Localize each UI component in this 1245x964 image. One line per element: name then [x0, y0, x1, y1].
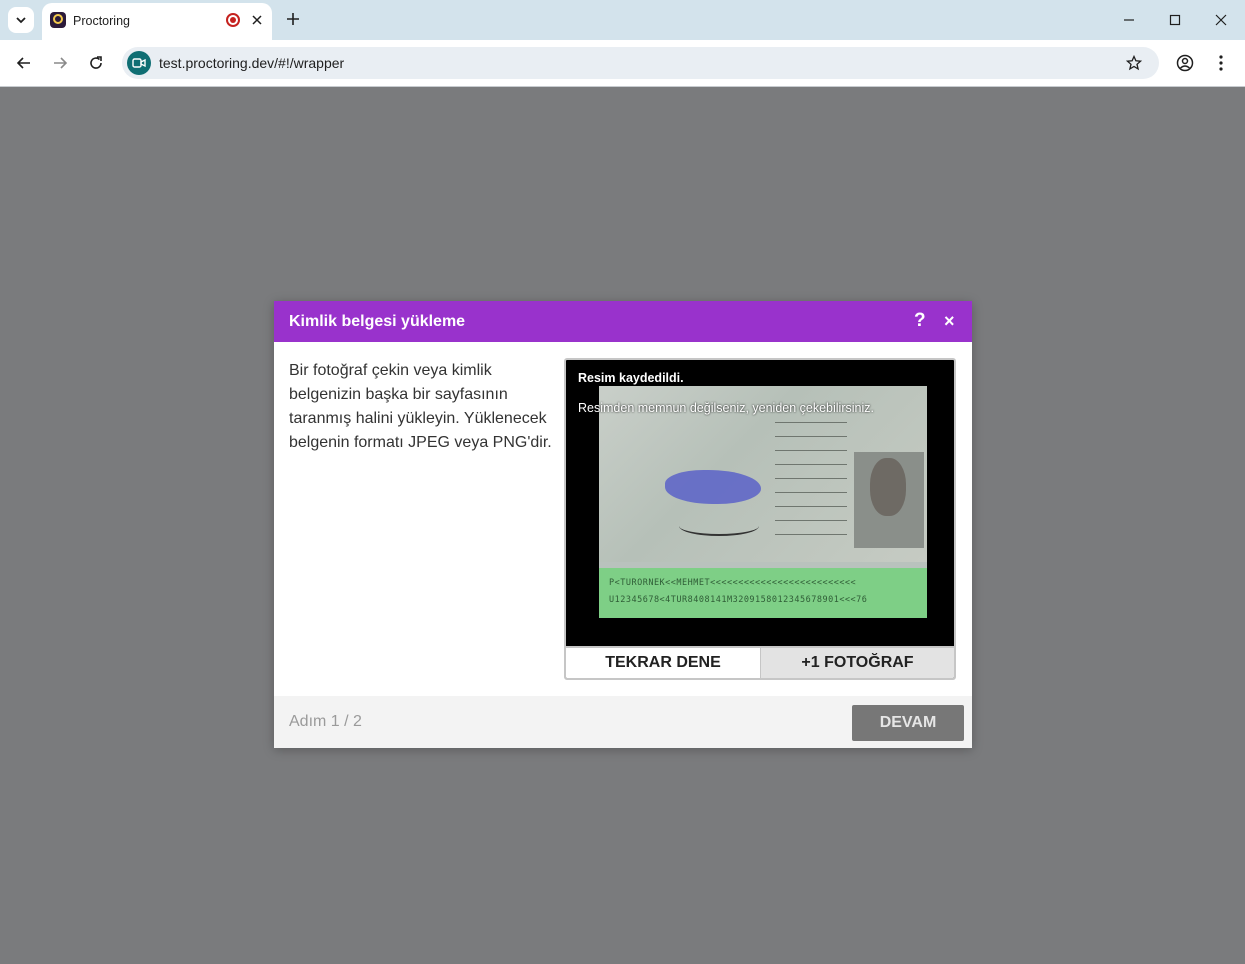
id-text-lines	[775, 422, 847, 542]
window-close-icon[interactable]	[1209, 8, 1233, 32]
back-arrow-icon[interactable]	[12, 51, 36, 75]
browser-toolbar: test.proctoring.dev/#!/wrapper	[0, 40, 1245, 87]
mrz-line-1: P<TURORNEK<<MEHMET<<<<<<<<<<<<<<<<<<<<<<…	[609, 578, 857, 588]
browser-tab-strip: Proctoring	[0, 0, 1245, 40]
reload-icon[interactable]	[84, 51, 108, 75]
portrait-face	[870, 458, 906, 516]
bookmark-star-icon[interactable]	[1123, 52, 1145, 74]
chevron-down-icon	[16, 17, 26, 24]
retry-button[interactable]: TEKRAR DENE	[566, 646, 761, 678]
url-text: test.proctoring.dev/#!/wrapper	[159, 55, 345, 71]
address-bar[interactable]: test.proctoring.dev/#!/wrapper	[122, 47, 1159, 79]
dialog-header: Kimlik belgesi yükleme ? ×	[274, 301, 972, 342]
more-menu-icon[interactable]	[1209, 51, 1233, 75]
browser-tab[interactable]: Proctoring	[42, 3, 272, 40]
profile-icon[interactable]	[1173, 51, 1197, 75]
id-upload-dialog: Kimlik belgesi yükleme ? × Bir fotoğraf …	[274, 301, 972, 748]
camera-in-use-icon[interactable]	[127, 51, 151, 75]
id-document-image: P<TURORNEK<<MEHMET<<<<<<<<<<<<<<<<<<<<<<…	[599, 386, 927, 618]
close-button[interactable]: ×	[944, 311, 955, 332]
forward-arrow-icon[interactable]	[48, 51, 72, 75]
machine-readable-zone: P<TURORNEK<<MEHMET<<<<<<<<<<<<<<<<<<<<<<…	[599, 568, 927, 618]
tab-close-icon[interactable]	[248, 11, 266, 29]
proctoring-favicon-icon	[50, 12, 66, 28]
recording-indicator-icon	[226, 13, 240, 27]
dialog-footer: Adım 1 / 2 DEVAM	[274, 696, 972, 748]
signature	[679, 516, 759, 536]
tab-search-button[interactable]	[8, 7, 34, 33]
retake-hint: Resimden memnun değilseniz, yeniden çeke…	[578, 401, 874, 415]
new-tab-icon[interactable]	[283, 9, 303, 29]
mrz-line-2: U12345678<4TUR8408141M320915801234567890…	[609, 595, 868, 605]
saved-message: Resim kaydedildi.	[578, 371, 684, 385]
minimize-icon[interactable]	[1117, 8, 1141, 32]
map-emblem	[665, 470, 761, 504]
help-button[interactable]: ?	[914, 310, 926, 332]
id-portrait	[854, 452, 924, 548]
step-indicator: Adım 1 / 2	[289, 713, 362, 730]
add-photo-button[interactable]: +1 FOTOĞRAF	[761, 646, 954, 678]
dialog-title: Kimlik belgesi yükleme	[289, 313, 466, 330]
preview-actions: TEKRAR DENE +1 FOTOĞRAF	[566, 646, 954, 678]
photo-preview: P<TURORNEK<<MEHMET<<<<<<<<<<<<<<<<<<<<<<…	[564, 358, 956, 680]
tab-title: Proctoring	[73, 14, 130, 28]
maximize-icon[interactable]	[1163, 8, 1187, 32]
instructions-text: Bir fotoğraf çekin veya kimlik belgenizi…	[289, 362, 552, 451]
continue-button[interactable]: DEVAM	[852, 705, 964, 741]
